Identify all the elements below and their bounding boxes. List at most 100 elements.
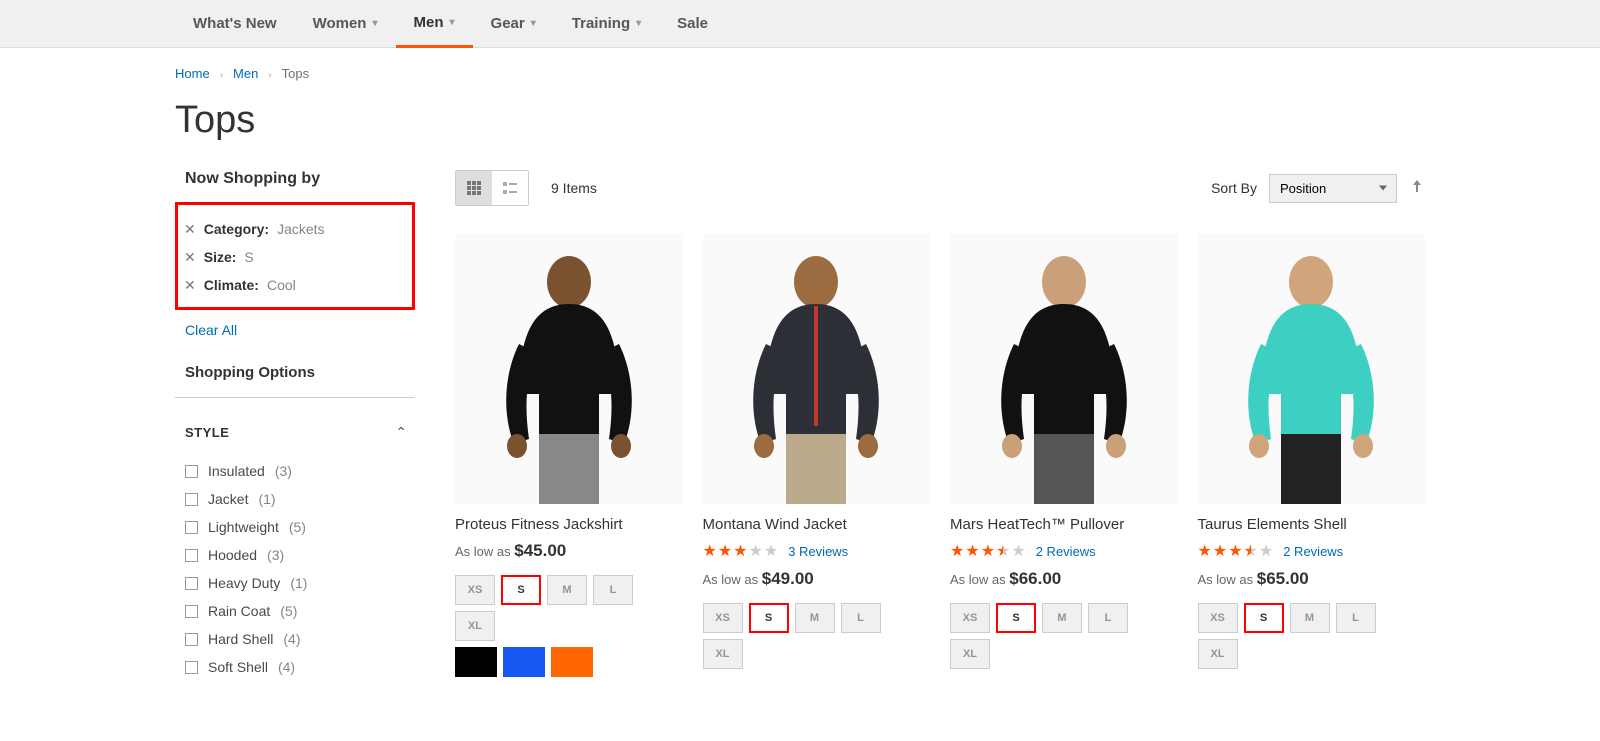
size-swatch[interactable]: XL	[455, 611, 495, 641]
size-swatch[interactable]: XL	[950, 639, 990, 669]
arrow-up-icon	[1409, 178, 1425, 194]
color-swatch[interactable]	[551, 647, 593, 677]
checkbox-icon	[185, 633, 198, 646]
size-swatch[interactable]: XL	[703, 639, 743, 669]
filter-option[interactable]: Insulated(3)	[185, 457, 415, 485]
product-image-placeholder	[1226, 244, 1396, 504]
reviews-link[interactable]: 3 Reviews	[788, 544, 848, 559]
product-image[interactable]	[950, 234, 1178, 504]
product-price: $49.00	[762, 569, 814, 588]
color-swatch[interactable]	[455, 647, 497, 677]
reviews-link[interactable]: 2 Reviews	[1283, 544, 1343, 559]
product-name[interactable]: Proteus Fitness Jackshirt	[455, 516, 683, 533]
product-card: Taurus Elements Shell★★★★★2 ReviewsAs lo…	[1198, 234, 1426, 683]
filter-option[interactable]: Heavy Duty(1)	[185, 569, 415, 597]
nav-item-gear[interactable]: Gear▾	[473, 0, 554, 47]
size-swatch[interactable]: XS	[703, 603, 743, 633]
applied-filter: ✕Size:S	[184, 243, 406, 271]
reviews-link[interactable]: 2 Reviews	[1036, 544, 1096, 559]
star-icon: ★	[1244, 541, 1258, 561]
item-count: 9 Items	[551, 180, 597, 196]
nav-item-men[interactable]: Men▾	[396, 0, 473, 48]
size-swatch[interactable]: L	[593, 575, 633, 605]
filter-option[interactable]: Hard Shell(4)	[185, 625, 415, 653]
product-name[interactable]: Taurus Elements Shell	[1198, 516, 1426, 533]
star-icon: ★	[749, 541, 763, 561]
filter-option-label: Jacket	[208, 491, 248, 507]
size-swatch[interactable]: XS	[455, 575, 495, 605]
filter-group-style[interactable]: STYLE ⌃	[175, 412, 415, 453]
size-swatch[interactable]: S	[1244, 603, 1284, 633]
nav-item-sale[interactable]: Sale	[659, 0, 726, 47]
size-swatch-row: XL	[455, 611, 683, 641]
size-swatch[interactable]: S	[501, 575, 541, 605]
filter-option[interactable]: Jacket (1)	[185, 485, 415, 513]
breadcrumb-item[interactable]: Men	[233, 66, 258, 81]
product-name[interactable]: Mars HeatTech™ Pullover	[950, 516, 1178, 533]
size-swatch[interactable]: M	[1290, 603, 1330, 633]
size-swatch[interactable]: M	[1042, 603, 1082, 633]
size-swatch[interactable]: L	[1336, 603, 1376, 633]
filter-option-count: (3)	[275, 463, 292, 479]
nav-item-training[interactable]: Training▾	[554, 0, 659, 47]
product-image-placeholder	[484, 244, 654, 504]
sort-direction-button[interactable]	[1409, 178, 1425, 199]
clear-all-link[interactable]: Clear All	[175, 310, 237, 338]
filter-option-count: (5)	[289, 519, 306, 535]
star-icon: ★	[703, 541, 717, 561]
remove-filter-icon[interactable]: ✕	[184, 278, 196, 292]
star-icon: ★	[1259, 541, 1273, 561]
size-swatch-row: XSSML	[950, 603, 1178, 633]
shopping-options-title: Shopping Options	[175, 364, 415, 398]
product-price: $65.00	[1257, 569, 1309, 588]
breadcrumb-item[interactable]: Home	[175, 66, 210, 81]
as-low-as-label: As low as	[703, 572, 762, 587]
checkbox-icon	[185, 465, 198, 478]
list-view-button[interactable]	[492, 171, 528, 205]
size-swatch[interactable]: L	[841, 603, 881, 633]
chevron-down-icon: ▾	[636, 18, 641, 29]
size-swatch[interactable]: S	[996, 603, 1036, 633]
size-swatch[interactable]: M	[795, 603, 835, 633]
color-swatch[interactable]	[503, 647, 545, 677]
star-icon: ★	[950, 541, 964, 561]
filter-option-count: (5)	[280, 603, 297, 619]
star-icon: ★	[764, 541, 778, 561]
remove-filter-icon[interactable]: ✕	[184, 222, 196, 236]
filter-option[interactable]: Soft Shell(4)	[185, 653, 415, 681]
nav-item-women[interactable]: Women▾	[295, 0, 396, 47]
view-mode-switcher	[455, 170, 529, 206]
product-image[interactable]	[703, 234, 931, 504]
product-image-placeholder	[731, 244, 901, 504]
filter-group-label: STYLE	[185, 425, 229, 440]
filter-option[interactable]: Rain Coat(5)	[185, 597, 415, 625]
chevron-right-icon: ›	[220, 70, 223, 81]
star-icon: ★	[1011, 541, 1025, 561]
remove-filter-icon[interactable]: ✕	[184, 250, 196, 264]
size-swatch[interactable]: L	[1088, 603, 1128, 633]
product-image[interactable]	[455, 234, 683, 504]
product-name[interactable]: Montana Wind Jacket	[703, 516, 931, 533]
filter-option[interactable]: Lightweight(5)	[185, 513, 415, 541]
size-swatch[interactable]: XL	[1198, 639, 1238, 669]
star-icon: ★	[965, 541, 979, 561]
size-swatch[interactable]: XS	[950, 603, 990, 633]
sort-by-select[interactable]: Position	[1269, 174, 1397, 203]
filter-option-count: (1)	[258, 491, 275, 507]
product-image[interactable]	[1198, 234, 1426, 504]
list-icon	[502, 180, 518, 196]
size-swatch[interactable]: M	[547, 575, 587, 605]
filter-option[interactable]: Hooded(3)	[185, 541, 415, 569]
star-icon: ★	[981, 541, 995, 561]
filter-label: Category:	[204, 221, 269, 237]
size-swatch[interactable]: S	[749, 603, 789, 633]
price-row: As low as $65.00	[1198, 569, 1426, 589]
product-card: Proteus Fitness JackshirtAs low as $45.0…	[455, 234, 683, 683]
nav-item-what-s-new[interactable]: What's New	[175, 0, 295, 47]
now-shopping-title: Now Shopping by	[175, 170, 415, 188]
star-icon: ★	[1228, 541, 1242, 561]
grid-view-button[interactable]	[456, 171, 492, 205]
size-swatch[interactable]: XS	[1198, 603, 1238, 633]
nav-label: Sale	[677, 15, 708, 32]
chevron-down-icon: ▾	[531, 18, 536, 29]
